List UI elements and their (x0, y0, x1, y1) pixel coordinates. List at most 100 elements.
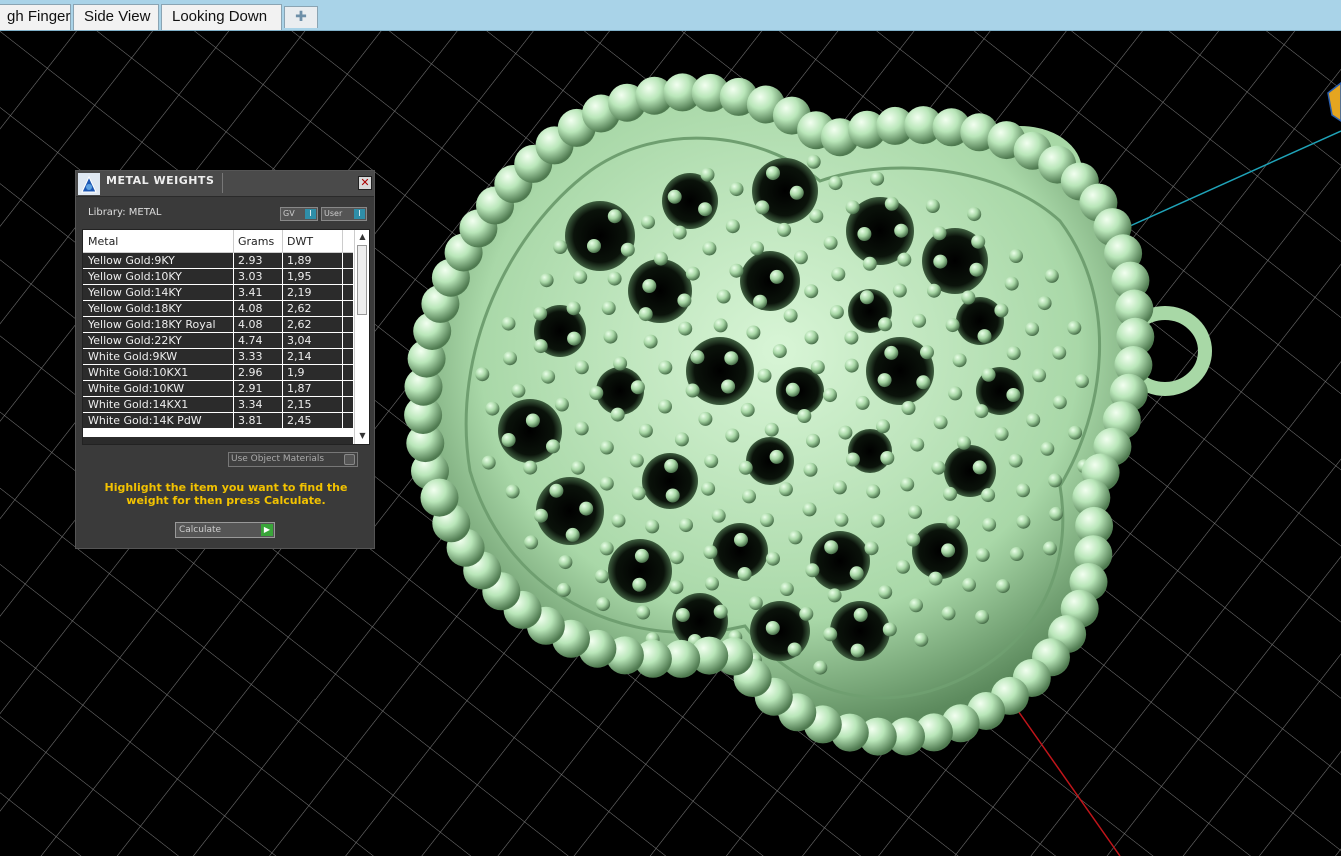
pin (932, 226, 947, 241)
pin (877, 373, 892, 388)
pin (805, 563, 820, 578)
table-row[interactable]: Yellow Gold:22KY 4.74 3,04 (83, 333, 353, 349)
add-tab-button[interactable]: ✚ (284, 6, 318, 28)
pin (737, 567, 752, 581)
pin (701, 481, 716, 496)
pin (838, 425, 853, 440)
pin (1032, 368, 1047, 383)
pin (558, 555, 573, 570)
pin (844, 358, 859, 373)
table-row[interactable]: White Gold:9KW 3.33 2,14 (83, 349, 353, 365)
pin (802, 502, 817, 517)
cell-divider (233, 317, 234, 333)
table-row[interactable]: White Gold:10KW 2.91 1,87 (83, 381, 353, 397)
pin (766, 551, 780, 566)
user-toggle[interactable]: User I (321, 207, 367, 221)
pin (485, 401, 500, 416)
pin (853, 607, 868, 622)
pin (607, 271, 622, 286)
pin (645, 519, 660, 534)
tab-side-view[interactable]: Side View (73, 4, 159, 30)
scroll-up-icon[interactable]: ▲ (357, 231, 368, 243)
table-row[interactable]: Yellow Gold:18KY Royal 4.08 2,62 (83, 317, 353, 333)
pin (896, 559, 910, 574)
pin (908, 504, 922, 519)
table-row[interactable]: White Gold:14KX1 3.34 2,15 (83, 397, 353, 413)
calculate-button[interactable]: Calculate ▶ (175, 522, 275, 538)
pin (475, 367, 490, 382)
tab-looking-down[interactable]: Looking Down (161, 4, 282, 30)
pin (855, 395, 870, 410)
pin (525, 413, 540, 428)
table-row[interactable]: White Gold:14K PdW 3.81 2,45 (83, 413, 353, 429)
column-header-dwt[interactable]: DWT (287, 235, 313, 248)
table-row[interactable]: White Gold:10KX1 2.96 1,9 (83, 365, 353, 381)
close-button[interactable]: ✕ (358, 176, 372, 190)
pin (961, 290, 976, 305)
column-divider (342, 230, 343, 252)
tab-label: Looking Down (172, 8, 268, 25)
scroll-thumb[interactable] (357, 245, 367, 315)
cell-divider (342, 269, 343, 285)
pin (975, 610, 990, 624)
pin (1004, 276, 1019, 291)
pin (862, 256, 877, 271)
cell-divider (342, 285, 343, 301)
pin (642, 279, 657, 293)
pin (1008, 453, 1023, 468)
pin (828, 176, 843, 191)
cell-divider (342, 317, 343, 333)
pin (878, 585, 893, 600)
metal-cell: White Gold:10KW (88, 382, 185, 395)
column-header-grams[interactable]: Grams (238, 235, 274, 248)
dwt-cell: 2,62 (287, 302, 312, 315)
grams-cell: 3.03 (238, 270, 263, 283)
app-logo-icon (78, 173, 100, 195)
pin (1006, 388, 1021, 402)
grams-cell: 4.08 (238, 318, 263, 331)
gv-toggle[interactable]: GV I (280, 207, 318, 221)
pin (948, 386, 963, 401)
pin (810, 360, 825, 375)
column-header-metal[interactable]: Metal (88, 235, 118, 248)
table-row[interactable]: Yellow Gold:10KY 3.03 1,95 (83, 269, 353, 285)
panel-title-bar[interactable]: METAL WEIGHTS ✕ (76, 171, 374, 197)
table-row-partial[interactable] (83, 437, 353, 444)
hole (608, 539, 672, 603)
pin (943, 486, 957, 501)
pin (746, 325, 761, 340)
scroll-down-icon[interactable]: ▼ (357, 430, 368, 442)
pin (742, 489, 756, 504)
table-row[interactable]: Yellow Gold:9KY 2.93 1,89 (83, 253, 353, 269)
pin (524, 535, 539, 550)
pin (1074, 374, 1089, 388)
pin (589, 386, 604, 400)
table-row[interactable]: Yellow Gold:18KY 4.08 2,62 (83, 301, 353, 317)
pin (897, 252, 912, 267)
table-scrollbar[interactable]: ▲ ▼ (354, 230, 369, 444)
pin (909, 598, 923, 613)
pin (505, 484, 520, 499)
pin (957, 435, 971, 450)
pin (631, 486, 646, 501)
metal-table[interactable]: Metal Grams DWT Yellow Gold:9KY 2.93 1,89 Y… (82, 229, 370, 445)
use-object-materials-toggle[interactable]: Use Object Materials (228, 452, 358, 467)
table-row[interactable]: Yellow Gold:14KY 3.41 2,19 (83, 285, 353, 301)
grams-cell: 3.33 (238, 350, 263, 363)
dwt-cell: 2,62 (287, 318, 312, 331)
pin (764, 422, 779, 437)
column-divider (282, 230, 283, 252)
pin (876, 419, 890, 434)
pin (553, 240, 568, 254)
pin (765, 621, 780, 635)
tab-finger-view[interactable]: gh Finger (0, 4, 71, 30)
pin (982, 517, 997, 532)
hole (628, 259, 692, 323)
pin (734, 532, 748, 547)
pin (804, 284, 819, 299)
cell-divider (233, 365, 234, 381)
pin (556, 582, 571, 597)
pin (804, 330, 819, 345)
dwt-cell: 2,19 (287, 286, 312, 299)
user-toggle-label: User (324, 209, 343, 218)
